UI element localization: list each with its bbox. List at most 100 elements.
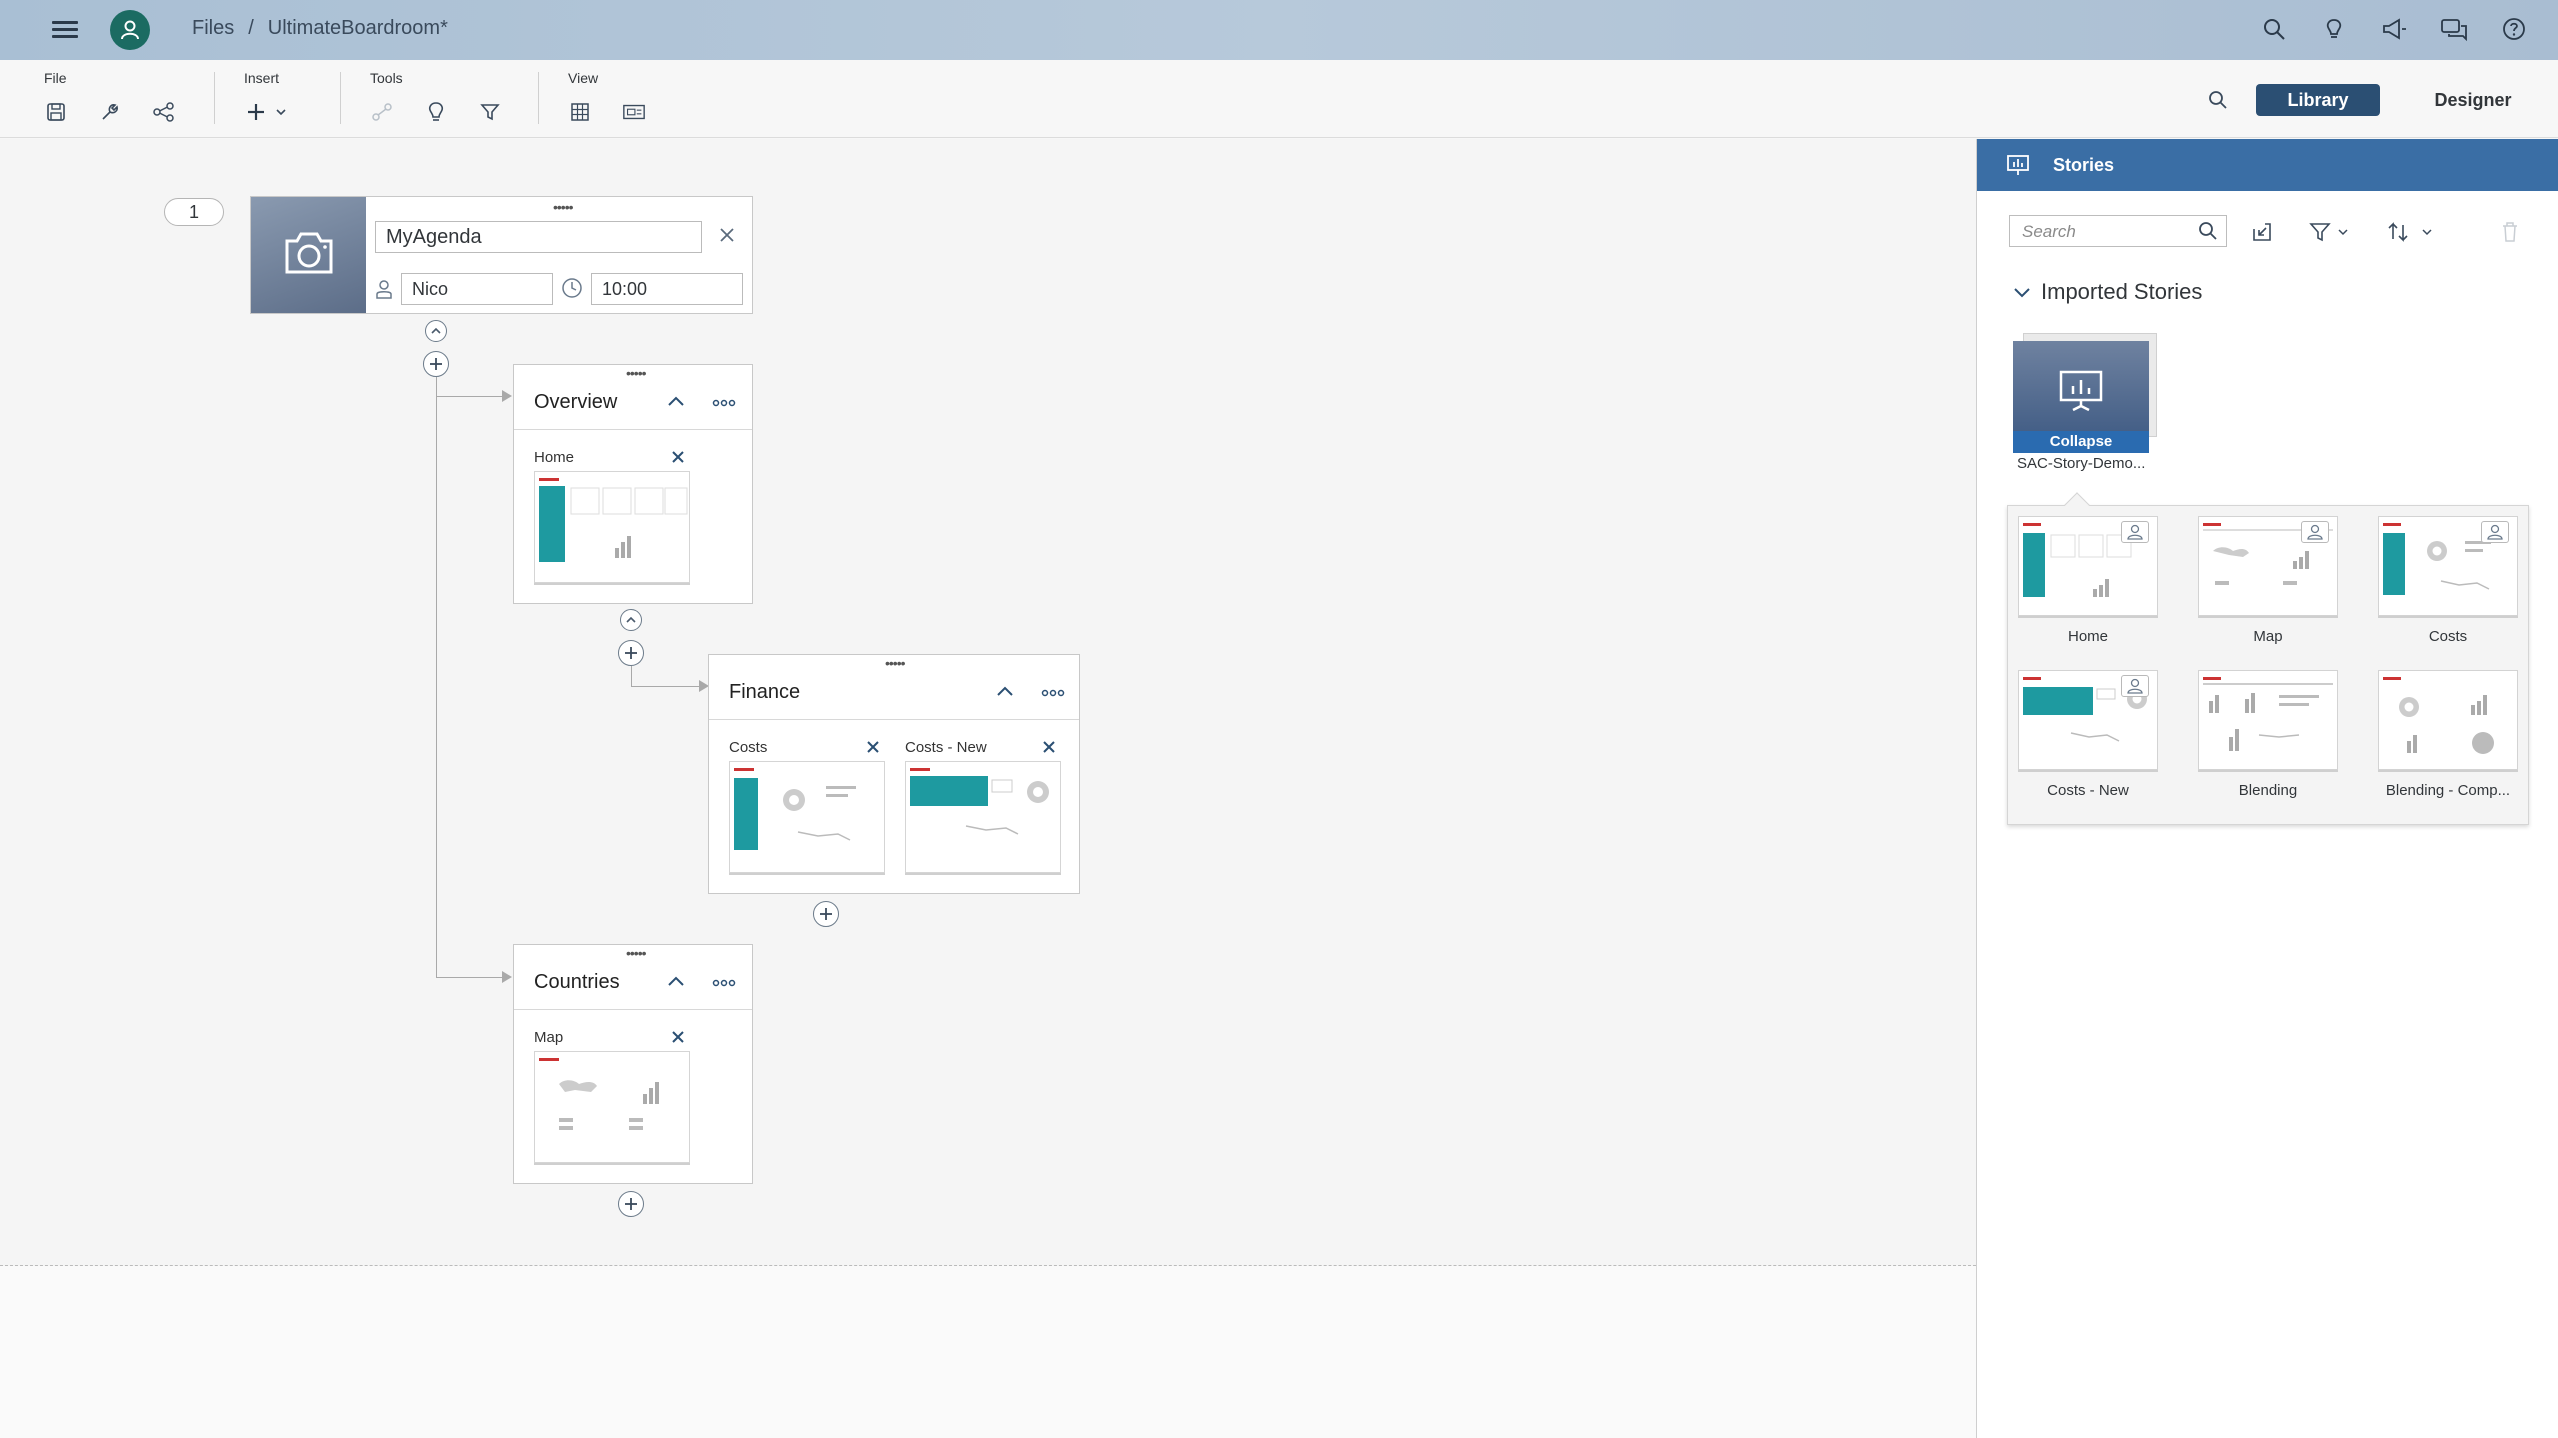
agenda-image-placeholder[interactable]	[251, 197, 366, 313]
agenda-card-finance[interactable]: ••••• Finance Costs Costs - New	[708, 654, 1080, 894]
story-tile[interactable]: Costs - New	[2018, 670, 2158, 799]
grid-view-icon[interactable]	[568, 100, 592, 124]
chat-icon[interactable]	[2440, 15, 2468, 43]
chevron-up-icon[interactable]	[666, 393, 688, 411]
breadcrumb-files-link[interactable]: Files	[192, 17, 234, 40]
add-item-button[interactable]	[618, 640, 644, 666]
shell-bar: Files / UltimateBoardroom*	[0, 0, 2558, 60]
toolbar-divider	[340, 72, 341, 124]
story-tile[interactable]: Blending - Comp...	[2378, 670, 2518, 799]
divider	[514, 429, 752, 430]
connector-arrow	[502, 390, 512, 402]
canvas-lower-area	[0, 1266, 1976, 1438]
story-item-label: Costs - New	[905, 739, 987, 756]
add-item-button[interactable]	[423, 351, 449, 377]
close-icon[interactable]	[717, 225, 739, 247]
story-tile[interactable]: Map	[2198, 516, 2338, 645]
story-item[interactable]: Costs - New	[905, 739, 1065, 879]
section-title: Imported Stories	[2041, 279, 2203, 304]
story-thumbnail	[2378, 516, 2518, 616]
story-item-label: Map	[534, 1029, 564, 1046]
more-options-icon[interactable]	[712, 395, 738, 409]
library-search-icon[interactable]	[2208, 90, 2230, 112]
shared-user-icon	[2481, 521, 2509, 543]
drag-handle[interactable]: •••••	[626, 945, 646, 961]
card-title: Finance	[729, 681, 801, 703]
tools-group-label: Tools	[370, 70, 403, 86]
story-label: Home	[2067, 628, 2108, 645]
lightbulb-tool-icon[interactable]	[424, 100, 448, 124]
tree-connector	[436, 377, 437, 977]
agenda-title-input[interactable]: MyAgenda	[375, 221, 702, 253]
drag-handle[interactable]: •••••	[885, 655, 905, 671]
divider	[709, 719, 1079, 720]
save-icon[interactable]	[44, 100, 68, 124]
remove-icon[interactable]	[1041, 739, 1059, 757]
folder-collapse-label[interactable]: Collapse	[2013, 431, 2149, 453]
breadcrumb-separator: /	[248, 17, 254, 39]
camera-icon	[281, 229, 337, 282]
shared-user-icon	[2301, 521, 2329, 543]
share-icon[interactable]	[152, 100, 176, 124]
file-group-label: File	[44, 70, 67, 86]
toolbar: File Insert Tools View	[0, 60, 2558, 138]
more-options-icon[interactable]	[712, 975, 738, 989]
add-item-button[interactable]	[813, 901, 839, 927]
story-label: Blending - Comp...	[2385, 782, 2511, 799]
page-number-badge: 1	[164, 198, 224, 226]
imported-stories-section[interactable]: Imported Stories	[2013, 279, 2202, 305]
story-folder[interactable]: Collapse	[2013, 333, 2157, 453]
tree-connector	[631, 666, 632, 686]
agenda-header: ••••• MyAgenda Nico 10:00	[250, 196, 753, 314]
breadcrumb: Files / UltimateBoardroom*	[192, 17, 448, 40]
story-tile[interactable]: Home	[2018, 516, 2158, 645]
story-item[interactable]: Home	[534, 449, 694, 589]
link-icon	[370, 100, 394, 124]
drag-handle[interactable]: •••••	[626, 365, 646, 381]
hamburger-menu-icon[interactable]	[52, 17, 78, 43]
story-item-label: Home	[534, 449, 575, 466]
search-icon[interactable]	[2198, 221, 2218, 241]
collapse-chevron-up-icon[interactable]	[620, 609, 642, 631]
stories-popover: Home Map Costs Costs - New Blending Blen…	[2007, 492, 2529, 825]
drag-handle[interactable]: •••••	[553, 199, 573, 215]
story-tile[interactable]: Costs	[2378, 516, 2518, 645]
agenda-card-countries[interactable]: ••••• Countries Map	[513, 944, 753, 1184]
popover-notch	[2064, 492, 2090, 518]
story-item-label: Costs	[729, 739, 768, 756]
story-item[interactable]: Costs	[729, 739, 889, 879]
story-item[interactable]: Map	[534, 1029, 694, 1169]
chevron-down-icon[interactable]	[2013, 279, 2031, 305]
sort-dropdown-icon[interactable]	[2387, 219, 2437, 245]
filter-dropdown-icon[interactable]	[2309, 219, 2353, 245]
add-item-button[interactable]	[618, 1191, 644, 1217]
chevron-up-icon[interactable]	[666, 973, 688, 991]
tab-designer[interactable]: Designer	[2420, 84, 2526, 116]
insert-plus-dropdown[interactable]	[244, 100, 294, 124]
import-icon[interactable]	[2249, 219, 2275, 245]
time-input[interactable]: 10:00	[591, 273, 743, 305]
presentation-view-icon[interactable]	[622, 100, 646, 124]
chevron-up-icon[interactable]	[995, 683, 1017, 701]
search-icon[interactable]	[2260, 15, 2288, 43]
search-input[interactable]: Search	[2009, 215, 2227, 247]
wrench-icon[interactable]	[98, 100, 122, 124]
megaphone-icon[interactable]	[2380, 15, 2408, 43]
person-icon	[375, 279, 393, 299]
shared-user-icon	[2121, 521, 2149, 543]
lightbulb-icon[interactable]	[2320, 15, 2348, 43]
toolbar-divider	[538, 72, 539, 124]
remove-icon[interactable]	[670, 1029, 688, 1047]
presenter-input[interactable]: Nico	[401, 273, 553, 305]
tab-library[interactable]: Library	[2256, 84, 2380, 116]
help-icon[interactable]	[2500, 15, 2528, 43]
remove-icon[interactable]	[670, 449, 688, 467]
more-options-icon[interactable]	[1041, 685, 1067, 699]
story-label: Map	[2253, 628, 2283, 645]
collapse-chevron-up-icon[interactable]	[425, 320, 447, 342]
user-avatar[interactable]	[110, 10, 150, 50]
story-tile[interactable]: Blending	[2198, 670, 2338, 799]
remove-icon[interactable]	[865, 739, 883, 757]
filter-icon[interactable]	[478, 100, 502, 124]
agenda-card-overview[interactable]: ••••• Overview Home	[513, 364, 753, 604]
